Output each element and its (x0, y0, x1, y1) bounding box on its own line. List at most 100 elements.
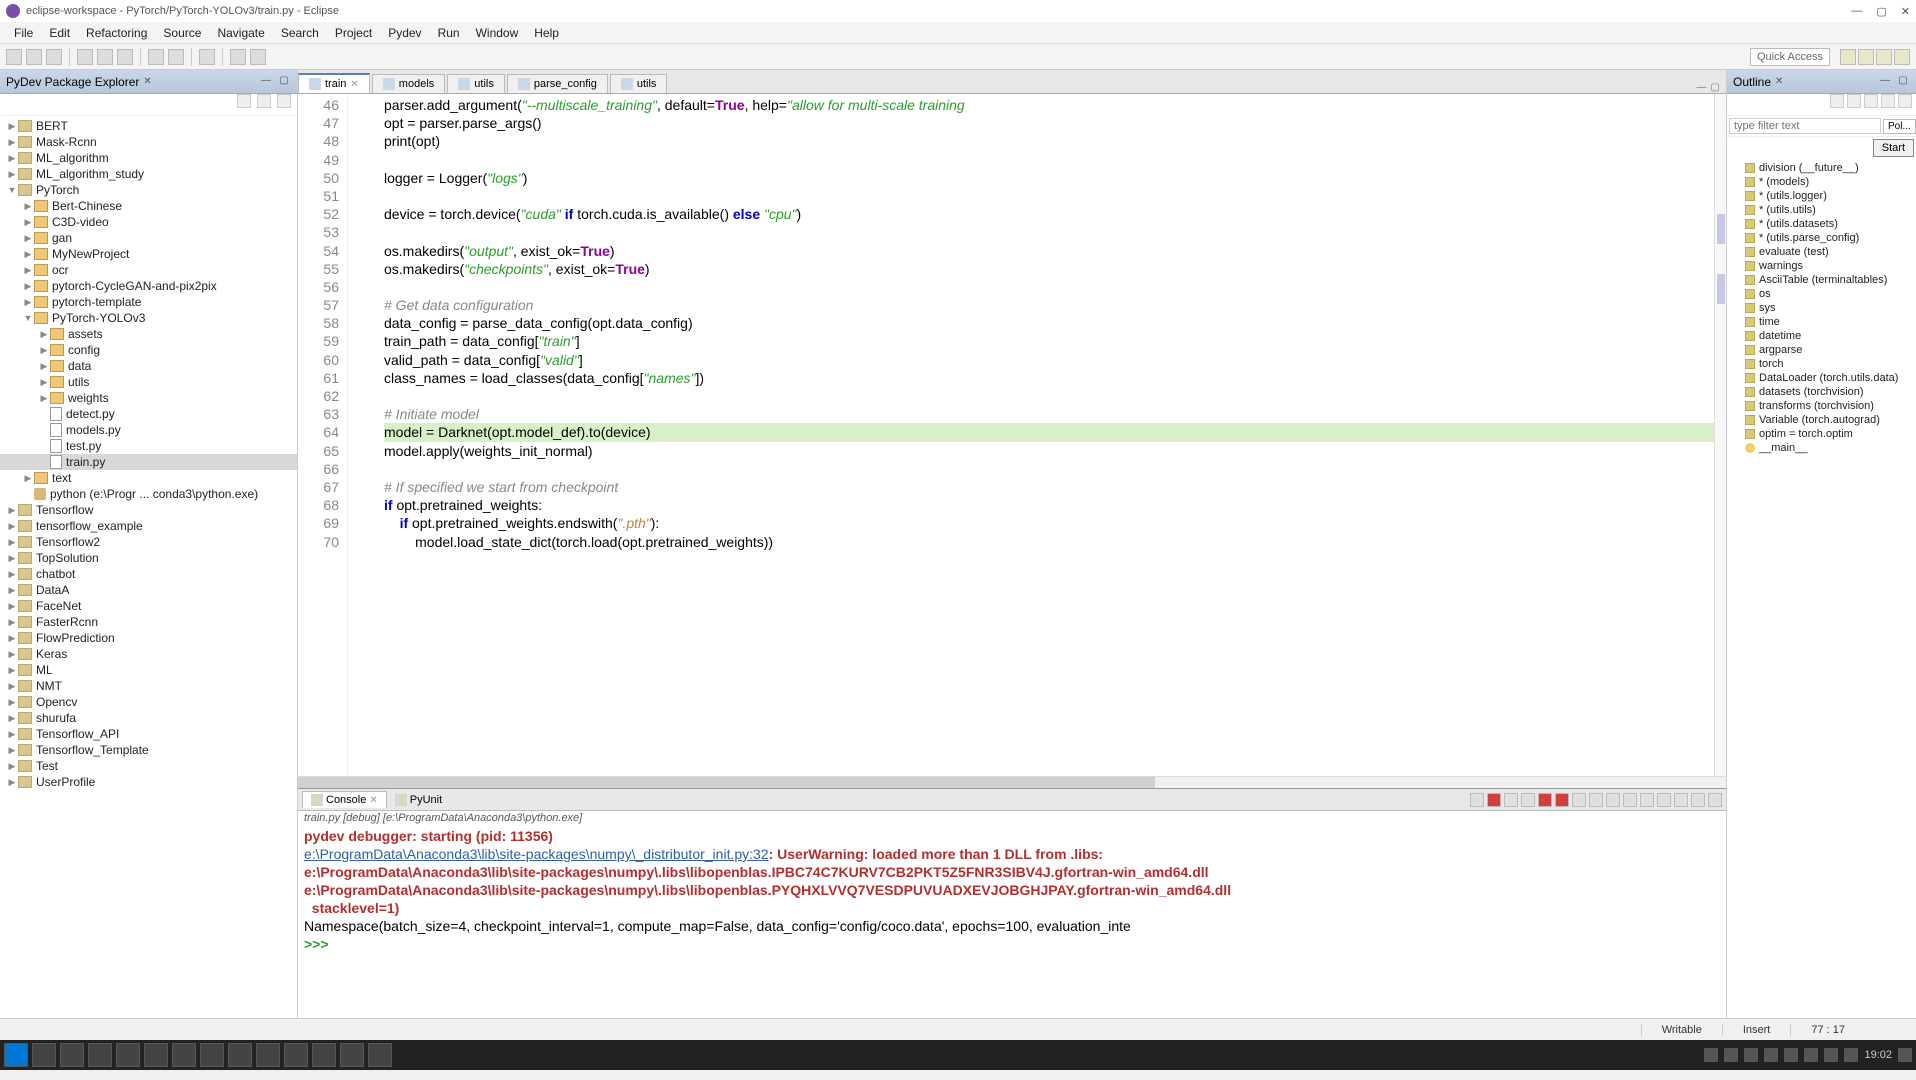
tray-icon[interactable] (1744, 1048, 1758, 1062)
expander-icon[interactable]: ▶ (22, 265, 34, 276)
menu-pydev[interactable]: Pydev (380, 24, 429, 42)
coverage-icon[interactable] (117, 49, 133, 65)
run-icon[interactable] (97, 49, 113, 65)
taskbar-clock[interactable]: 19:02 (1864, 1049, 1892, 1061)
notification-icon[interactable] (1898, 1048, 1912, 1062)
tabs-max-icon[interactable]: ▢ (1711, 82, 1720, 93)
outline-max-icon[interactable]: ▢ (1896, 75, 1910, 89)
outline-item-main[interactable]: __main__ (1727, 441, 1916, 455)
expander-icon[interactable]: ▶ (38, 377, 50, 388)
perspective-pydev-icon[interactable] (1858, 49, 1874, 65)
expander-icon[interactable]: ▶ (6, 521, 18, 532)
quick-access-input[interactable]: Quick Access (1750, 48, 1830, 66)
tray-icon[interactable] (1804, 1048, 1818, 1062)
code-editor[interactable]: 4647484950515253545556575859606162636465… (298, 94, 1726, 776)
menu-edit[interactable]: Edit (41, 24, 78, 42)
view-menu-icon[interactable] (277, 94, 291, 108)
menu-run[interactable]: Run (430, 24, 468, 42)
expander-icon[interactable]: ▶ (6, 729, 18, 740)
expander-icon[interactable]: ▶ (6, 537, 18, 548)
tray-icon[interactable] (1724, 1048, 1738, 1062)
outline-item[interactable]: optim = torch.optim (1727, 427, 1916, 441)
explorer-close-icon[interactable]: ✕ (143, 76, 151, 87)
perspective-open-icon[interactable] (1840, 49, 1856, 65)
tree-item[interactable]: ▶Tensorflow (0, 502, 297, 518)
outline-item[interactable]: argparse (1727, 343, 1916, 357)
tab-console[interactable]: Console ✕ (302, 791, 387, 808)
collapse-all-icon[interactable] (237, 94, 251, 108)
stop-icon[interactable] (1555, 793, 1569, 807)
tree-item[interactable]: ▶ML_algorithm (0, 150, 297, 166)
outline-item[interactable]: * (utils.parse_config) (1727, 231, 1916, 245)
tree-item[interactable]: ▶Tensorflow_Template (0, 742, 297, 758)
display-selected-icon[interactable] (1640, 793, 1654, 807)
perspective-debug-icon[interactable] (1876, 49, 1892, 65)
start-button[interactable]: Start (1873, 139, 1914, 157)
tree-item[interactable]: ▶C3D-video (0, 214, 297, 230)
tree-item[interactable]: ▶weights (0, 390, 297, 406)
editor-tab-utils[interactable]: utils (447, 74, 505, 93)
expander-icon[interactable]: ▶ (6, 761, 18, 772)
expander-icon[interactable]: ▶ (38, 361, 50, 372)
code-content[interactable]: parser.add_argument("--multiscale_traini… (348, 94, 1714, 776)
menu-source[interactable]: Source (155, 24, 209, 42)
expander-icon[interactable]: ▶ (6, 713, 18, 724)
tree-item[interactable]: ▼PyTorch-YOLOv3 (0, 310, 297, 326)
task-view-icon[interactable] (60, 1043, 84, 1067)
minimize-button[interactable]: — (1851, 5, 1862, 18)
terminate-icon[interactable] (1487, 793, 1501, 807)
tree-item[interactable]: ▶MyNewProject (0, 246, 297, 262)
tree-item[interactable]: ▶Opencv (0, 694, 297, 710)
tree-item[interactable]: ▶pytorch-template (0, 294, 297, 310)
tab-close-icon[interactable]: ✕ (350, 79, 358, 90)
outline-item[interactable]: AsciiTable (terminaltables) (1727, 273, 1916, 287)
editor-hscroll[interactable] (298, 776, 1726, 788)
expander-icon[interactable]: ▶ (38, 329, 50, 340)
outline-item[interactable]: Variable (torch.autograd) (1727, 413, 1916, 427)
outline-item[interactable]: * (models) (1727, 175, 1916, 189)
menu-project[interactable]: Project (327, 24, 380, 42)
maximize-button[interactable]: ▢ (1876, 5, 1886, 18)
outline-item[interactable]: torch (1727, 357, 1916, 371)
expander-icon[interactable]: ▶ (6, 617, 18, 628)
expander-icon[interactable]: ▶ (22, 201, 34, 212)
expander-icon[interactable]: ▶ (22, 281, 34, 292)
open-console-icon[interactable] (1657, 793, 1671, 807)
maximize-view-icon[interactable]: ▢ (277, 75, 291, 89)
new-console-icon[interactable] (1674, 793, 1688, 807)
expander-icon[interactable]: ▶ (38, 393, 50, 404)
outline-item[interactable]: os (1727, 287, 1916, 301)
taskbar-app[interactable] (340, 1043, 364, 1067)
taskbar-app[interactable] (144, 1043, 168, 1067)
taskbar-app[interactable] (116, 1043, 140, 1067)
tree-item[interactable]: ▶ocr (0, 262, 297, 278)
tree-item[interactable]: ▶chatbot (0, 566, 297, 582)
start-menu-button[interactable] (4, 1043, 28, 1067)
tabs-min-icon[interactable]: — (1697, 82, 1707, 93)
outline-item[interactable]: * (utils.datasets) (1727, 217, 1916, 231)
taskbar-app[interactable] (312, 1043, 336, 1067)
scroll-lock-icon[interactable] (1589, 793, 1603, 807)
expander-icon[interactable]: ▶ (6, 169, 18, 180)
sort-icon[interactable] (1830, 94, 1844, 108)
expander-icon[interactable]: ▶ (22, 249, 34, 260)
tree-item[interactable]: ▶Bert-Chinese (0, 198, 297, 214)
external-tools-icon[interactable] (168, 49, 184, 65)
tree-item[interactable]: ▶UserProfile (0, 774, 297, 790)
console-tv-icon[interactable] (1470, 793, 1484, 807)
tree-item[interactable]: ▶TopSolution (0, 550, 297, 566)
search-taskbar-icon[interactable] (32, 1043, 56, 1067)
outline-filter-input[interactable] (1729, 118, 1881, 134)
outline-item[interactable]: DataLoader (torch.utils.data) (1727, 371, 1916, 385)
run-last-icon[interactable] (148, 49, 164, 65)
menu-navigate[interactable]: Navigate (209, 24, 272, 42)
expander-icon[interactable]: ▶ (22, 217, 34, 228)
outline-menu-icon[interactable] (1898, 94, 1912, 108)
menu-help[interactable]: Help (526, 24, 567, 42)
expander-icon[interactable]: ▶ (38, 345, 50, 356)
taskbar-app[interactable] (256, 1043, 280, 1067)
tree-item[interactable]: ▶DataA (0, 582, 297, 598)
outline-item[interactable]: datasets (torchvision) (1727, 385, 1916, 399)
tree-item[interactable]: ▶shurufa (0, 710, 297, 726)
taskbar-app[interactable] (284, 1043, 308, 1067)
